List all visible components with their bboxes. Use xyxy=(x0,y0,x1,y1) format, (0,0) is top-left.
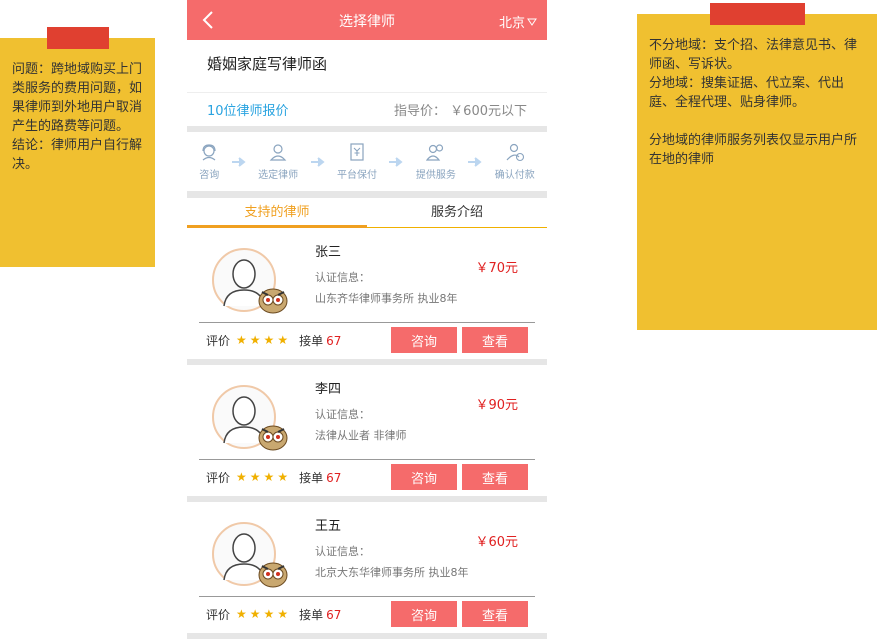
step-label: 选定律师 xyxy=(258,170,299,181)
owl-badge-icon xyxy=(258,425,288,451)
step-provide-service: 提供服务 xyxy=(416,142,456,181)
service-title: 婚姻家庭写律师函 xyxy=(207,55,328,73)
avatar xyxy=(212,385,288,451)
step-confirm-payment: 确认付款 xyxy=(495,142,535,181)
lawyer-name: 王五 xyxy=(315,519,342,534)
view-button[interactable]: 查看 xyxy=(462,327,528,353)
people-icon xyxy=(425,144,443,161)
annotation-note-right: 不分地域：支个招、法律意见书、律师函、写诉状。 分地域：搜集证据、代立案、代出庭… xyxy=(637,3,877,330)
star-icon: ★ xyxy=(277,470,289,484)
step-label: 平台保付 xyxy=(336,170,377,181)
avatar xyxy=(212,248,288,314)
headset-icon xyxy=(202,144,216,161)
arrow-right-icon xyxy=(231,156,246,167)
lawyer-card[interactable]: 李四 认证信息： 法律从业者 非律师 ￥90元 评价 ★ ★ ★ ★ 接单 67 咨询 … xyxy=(187,365,547,502)
city-selector[interactable]: 北京 xyxy=(499,12,537,31)
step-select-lawyer: 选定律师 xyxy=(258,142,298,181)
star-icon: ★ xyxy=(249,333,261,347)
phone-screen: 选择律师 北京 婚姻家庭写律师函 10位律师报价 指导价： ￥600元以下 咨询… xyxy=(187,0,547,640)
verification-label: 认证信息： xyxy=(315,545,370,558)
top-bar: 选择律师 北京 xyxy=(187,0,547,40)
person-icon xyxy=(269,144,287,161)
card-footer: 评价 ★ ★ ★ ★ 接单 67 咨询 查看 xyxy=(206,463,528,491)
lawyer-price: ￥90元 xyxy=(475,398,518,413)
rating-label: 评价 xyxy=(206,607,231,622)
rating-stars: ★ ★ ★ ★ xyxy=(236,333,291,347)
star-icon: ★ xyxy=(263,470,275,484)
arrow-right-icon xyxy=(468,156,482,167)
lawyer-info: 北京大东华律师事务所 执业8年 xyxy=(315,566,469,579)
rating-stars: ★ ★ ★ ★ xyxy=(236,470,291,484)
card-divider xyxy=(199,596,535,597)
note-left-text: 问题：跨地域购买上门类服务的费用问题，如果律师到外地用户取消产生的路费等问题。 … xyxy=(12,62,143,172)
chevron-down-icon xyxy=(527,18,537,26)
lawyer-price: ￥60元 xyxy=(475,535,518,550)
card-footer: 评价 ★ ★ ★ ★ 接单 67 咨询 查看 xyxy=(206,600,528,628)
verification-label: 认证信息： xyxy=(315,271,370,284)
star-icon: ★ xyxy=(236,333,247,347)
star-icon: ★ xyxy=(263,607,275,621)
step-label: 提供服务 xyxy=(415,170,456,181)
rating-label: 评价 xyxy=(206,333,231,348)
guide-price: 指导价： ￥600元以下 xyxy=(394,104,527,119)
tab-bar: 支持的律师 服务介绍 xyxy=(187,192,547,228)
person-pay-icon xyxy=(506,143,524,162)
step-label: 确认付款 xyxy=(494,170,535,181)
orders-number: 67 xyxy=(326,607,342,622)
lawyer-name: 张三 xyxy=(315,245,342,260)
orders-number: 67 xyxy=(326,470,342,485)
rating-label: 评价 xyxy=(206,470,231,485)
orders-count: 接单 67 xyxy=(299,469,341,486)
orders-count: 接单 67 xyxy=(299,606,341,623)
lawyer-info: 山东齐华律师事务所 执业8年 xyxy=(315,292,458,305)
star-icon: ★ xyxy=(236,470,247,484)
orders-label: 接单 xyxy=(299,333,324,348)
card-divider xyxy=(199,322,535,323)
star-icon: ★ xyxy=(263,333,275,347)
tab-service-intro[interactable]: 服务介绍 xyxy=(367,198,547,228)
step-consult: 咨询 xyxy=(199,142,219,181)
process-steps: 咨询 选定律师 平台保付 提供服务 确认付款 xyxy=(187,132,547,192)
consult-button[interactable]: 咨询 xyxy=(391,327,457,353)
verification-label: 认证信息： xyxy=(315,408,370,421)
card-divider xyxy=(199,459,535,460)
tab-supported-lawyers[interactable]: 支持的律师 xyxy=(187,198,367,228)
avatar xyxy=(212,522,288,588)
lawyer-card[interactable]: 王五 认证信息： 北京大东华律师事务所 执业8年 ￥60元 评价 ★ ★ ★ ★ 接单… xyxy=(187,502,547,639)
lawyer-card[interactable]: 张三 认证信息： 山东齐华律师事务所 执业8年 ￥70元 评价 ★ ★ ★ ★ 接单 6… xyxy=(187,228,547,365)
arrow-right-icon xyxy=(310,156,325,167)
star-icon: ★ xyxy=(249,470,261,484)
arrow-right-icon xyxy=(389,156,404,167)
consult-button[interactable]: 咨询 xyxy=(391,601,457,627)
star-icon: ★ xyxy=(277,607,289,621)
lawyer-price: ￥70元 xyxy=(475,261,518,276)
star-icon: ★ xyxy=(249,607,261,621)
consult-button[interactable]: 咨询 xyxy=(391,464,457,490)
step-platform-escrow: 平台保付 xyxy=(337,142,377,181)
view-button[interactable]: 查看 xyxy=(462,464,528,490)
note-right-text: 不分地域：支个招、法律意见书、律师函、写诉状。 分地域：搜集证据、代立案、代出庭… xyxy=(649,38,858,167)
step-label: 咨询 xyxy=(199,170,220,181)
star-icon: ★ xyxy=(277,333,289,347)
card-footer: 评价 ★ ★ ★ ★ 接单 67 咨询 查看 xyxy=(206,326,528,354)
lawyer-info: 法律从业者 非律师 xyxy=(315,429,407,442)
orders-count: 接单 67 xyxy=(299,332,341,349)
orders-number: 67 xyxy=(326,333,342,348)
rating-stars: ★ ★ ★ ★ xyxy=(236,607,291,621)
page-title: 选择律师 xyxy=(339,14,395,30)
star-icon: ★ xyxy=(236,607,247,621)
orders-label: 接单 xyxy=(299,470,324,485)
note-pin xyxy=(710,3,805,25)
note-pin xyxy=(47,27,109,49)
orders-label: 接单 xyxy=(299,607,324,622)
owl-badge-icon xyxy=(258,288,288,314)
annotation-note-left: 问题：跨地域购买上门类服务的费用问题，如果律师到外地用户取消产生的路费等问题。 … xyxy=(0,27,155,267)
view-button[interactable]: 查看 xyxy=(462,601,528,627)
lawyer-name: 李四 xyxy=(315,382,342,397)
owl-badge-icon xyxy=(258,562,288,588)
price-row: 10位律师报价 指导价： ￥600元以下 xyxy=(187,92,547,126)
quote-count: 10位律师报价 xyxy=(207,104,289,119)
yen-doc-icon xyxy=(350,143,364,161)
city-label: 北京 xyxy=(498,16,525,31)
